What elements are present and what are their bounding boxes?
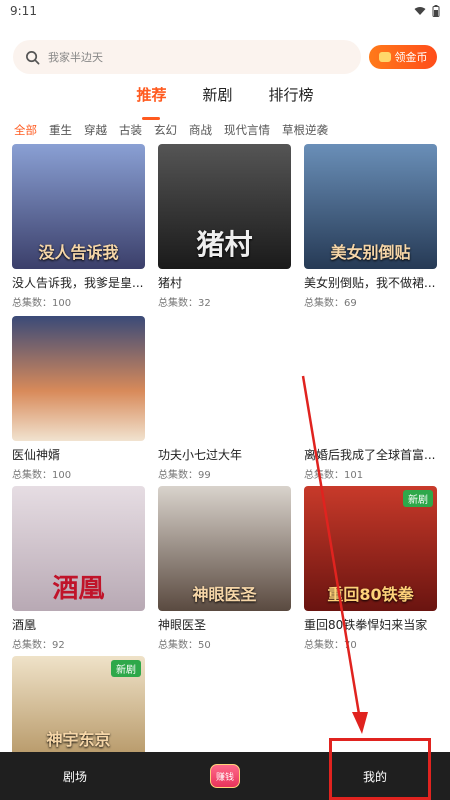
- drama-poster: 猪村: [158, 144, 291, 269]
- poster-title: 神宇东京: [46, 730, 111, 749]
- drama-card[interactable]: 新剧 重回80铁拳 重回80铁拳悍妇来当家 总集数：70: [304, 486, 437, 651]
- drama-poster: 新剧 重回80铁拳: [304, 486, 437, 611]
- status-time: 9:11: [10, 4, 37, 18]
- search-placeholder: 我家半边天: [48, 51, 103, 64]
- status-bar: 9:11: [0, 0, 450, 22]
- tab-ranking[interactable]: 排行榜: [269, 84, 314, 114]
- episode-count: 总集数：50: [158, 640, 211, 651]
- poster-title: 美女别倒贴: [330, 243, 411, 262]
- nav-earn[interactable]: 赚钱: [150, 752, 300, 800]
- drama-title: 重回80铁拳悍妇来当家: [304, 618, 428, 632]
- drama-poster: [12, 316, 145, 441]
- category-time-travel[interactable]: 穿越: [84, 122, 107, 140]
- new-badge: 新剧: [111, 660, 141, 677]
- drama-poster: [304, 316, 437, 441]
- category-underdog[interactable]: 草根逆袭: [282, 122, 328, 140]
- poster-title: 猪村: [196, 228, 253, 261]
- drama-card[interactable]: 没人告诉我 没人告诉我，我爹是皇... 总集数：100: [12, 144, 145, 309]
- category-tabs: 全部 重生 穿越 古装 玄幻 商战 现代言情 草根逆袭: [14, 122, 442, 140]
- category-business[interactable]: 商战: [189, 122, 212, 140]
- poster-title: 神眼医圣: [192, 585, 257, 604]
- get-coins-button[interactable]: 领金币: [369, 45, 437, 69]
- episode-count: 总集数：100: [12, 298, 72, 309]
- get-coins-label: 领金币: [394, 51, 428, 64]
- drama-title: 猪村: [158, 276, 183, 290]
- nav-theater[interactable]: 剧场: [0, 752, 150, 800]
- main-tabs: 推荐 新剧 排行榜: [0, 84, 450, 114]
- annotation-highlight-box: [329, 738, 431, 800]
- drama-poster: [158, 316, 291, 441]
- drama-title: 医仙神婿: [12, 448, 61, 462]
- drama-card[interactable]: 美女别倒贴 美女别倒贴，我不做裙... 总集数：69: [304, 144, 437, 309]
- battery-icon: [432, 5, 440, 17]
- category-costume[interactable]: 古装: [119, 122, 142, 140]
- drama-card[interactable]: 医仙神婿 总集数：100: [12, 316, 145, 481]
- category-rebirth[interactable]: 重生: [49, 122, 72, 140]
- poster-title: 酒凰: [52, 574, 105, 604]
- new-badge: 新剧: [403, 490, 433, 507]
- episode-count: 总集数：32: [158, 298, 211, 309]
- category-modern-romance[interactable]: 现代言情: [224, 122, 270, 140]
- drama-title: 神眼医圣: [158, 618, 207, 632]
- drama-card[interactable]: 新剧 神宇东京: [12, 656, 145, 756]
- drama-card[interactable]: 离婚后我成了全球首富... 总集数：101: [304, 316, 437, 481]
- poster-title: 没人告诉我: [38, 243, 119, 262]
- search-icon: [26, 50, 40, 64]
- poster-title: 重回80铁拳: [327, 585, 414, 604]
- coin-icon: [378, 52, 391, 62]
- drama-poster: 神眼医圣: [158, 486, 291, 611]
- episode-count: 总集数：99: [158, 470, 211, 481]
- episode-count: 总集数：100: [12, 470, 72, 481]
- earn-money-icon: 赚钱: [210, 764, 240, 788]
- drama-poster: 酒凰: [12, 486, 145, 611]
- episode-count: 总集数：101: [304, 470, 364, 481]
- search-row: 我家半边天 领金币: [13, 40, 437, 74]
- episode-count: 总集数：70: [304, 640, 357, 651]
- drama-card[interactable]: 酒凰 酒凰 总集数：92: [12, 486, 145, 651]
- drama-title: 离婚后我成了全球首富...: [304, 448, 436, 462]
- drama-card[interactable]: 功夫小七过大年 总集数：99: [158, 316, 291, 481]
- status-icons: [414, 5, 440, 17]
- drama-title: 没人告诉我，我爹是皇...: [12, 276, 144, 290]
- drama-title: 酒凰: [12, 618, 37, 632]
- tab-new-dramas[interactable]: 新剧: [202, 84, 232, 114]
- earn-label: 赚钱: [215, 772, 234, 783]
- search-input[interactable]: 我家半边天: [13, 40, 361, 74]
- category-fantasy[interactable]: 玄幻: [154, 122, 177, 140]
- episode-count: 总集数：92: [12, 640, 65, 651]
- drama-card[interactable]: 神眼医圣 神眼医圣 总集数：50: [158, 486, 291, 651]
- drama-poster: 新剧 神宇东京: [12, 656, 145, 756]
- category-all[interactable]: 全部: [14, 122, 37, 140]
- drama-poster: 美女别倒贴: [304, 144, 437, 269]
- episode-count: 总集数：69: [304, 298, 357, 309]
- drama-title: 功夫小七过大年: [158, 448, 243, 462]
- drama-card[interactable]: 猪村 猪村 总集数：32: [158, 144, 291, 309]
- drama-title: 美女别倒贴，我不做裙...: [304, 276, 436, 290]
- nav-theater-label: 剧场: [62, 769, 87, 784]
- drama-poster: 没人告诉我: [12, 144, 145, 269]
- wifi-icon: [414, 7, 426, 15]
- tab-recommend[interactable]: 推荐: [136, 84, 166, 114]
